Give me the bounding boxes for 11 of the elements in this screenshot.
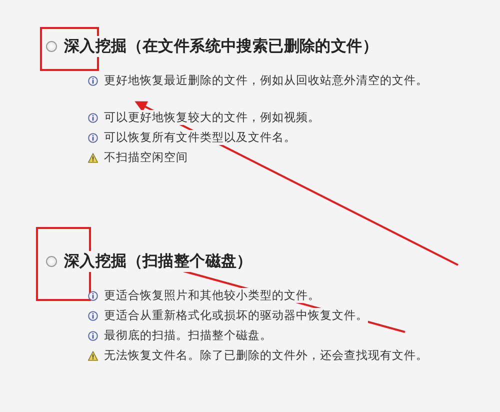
info-icon bbox=[88, 112, 98, 122]
info-icon bbox=[88, 290, 98, 300]
warning-icon bbox=[88, 152, 98, 162]
info-icon bbox=[88, 76, 98, 86]
info-icon bbox=[88, 310, 98, 320]
radio-button[interactable] bbox=[46, 41, 57, 52]
warning-icon bbox=[88, 350, 98, 360]
radio-button[interactable] bbox=[46, 256, 57, 267]
info-icon bbox=[88, 132, 98, 142]
note-text: 不扫描空闲空间 bbox=[104, 150, 188, 165]
info-icon bbox=[88, 330, 98, 340]
